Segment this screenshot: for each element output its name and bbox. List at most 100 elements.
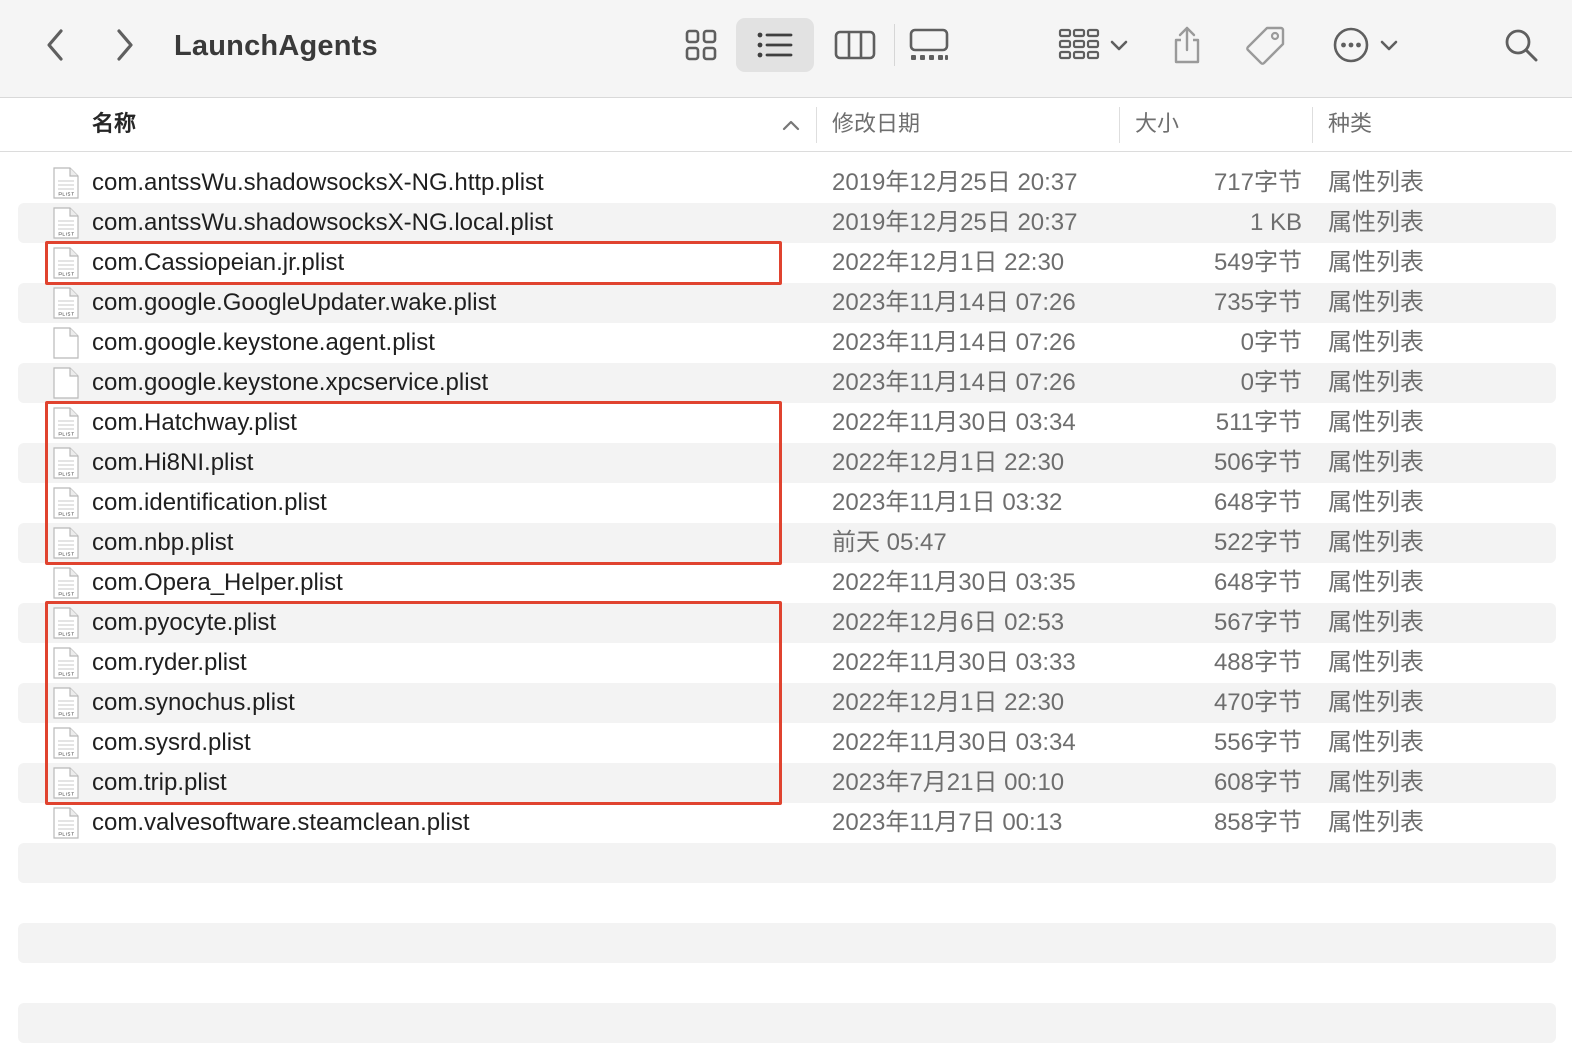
file-row[interactable]: com.ryder.plist 2022年11月30日 03:33 488字节 属性列… xyxy=(18,643,1556,683)
icon-grid-icon xyxy=(685,29,717,61)
plist-file-icon xyxy=(53,407,79,439)
file-kind: 属性列表 xyxy=(1328,609,1424,636)
file-kind: 属性列表 xyxy=(1328,249,1424,276)
back-button[interactable] xyxy=(34,22,76,68)
file-kind: 属性列表 xyxy=(1328,529,1424,556)
plist-file-icon xyxy=(53,647,79,679)
file-kind: 属性列表 xyxy=(1328,729,1424,756)
search-button[interactable] xyxy=(1496,18,1546,72)
list-view-button[interactable] xyxy=(736,18,814,72)
empty-row xyxy=(18,843,1556,883)
file-size: 0字节 xyxy=(1240,369,1302,396)
plist-file-icon xyxy=(53,287,79,319)
share-button[interactable] xyxy=(1164,18,1210,72)
forward-button[interactable] xyxy=(104,22,146,68)
column-header: 名称 修改日期 大小 种类 xyxy=(0,99,1572,152)
file-name: com.valvesoftware.steamclean.plist xyxy=(92,809,470,836)
file-row[interactable]: com.identification.plist 2023年11月1日 03:32… xyxy=(18,483,1556,523)
file-kind: 属性列表 xyxy=(1328,289,1424,316)
file-date: 2023年11月14日 07:26 xyxy=(832,289,1076,316)
file-name: com.nbp.plist xyxy=(92,529,234,556)
file-size: 556字节 xyxy=(1213,729,1302,756)
file-date: 2022年11月30日 03:34 xyxy=(832,729,1076,756)
plist-file-icon xyxy=(53,447,79,479)
file-size: 858字节 xyxy=(1213,809,1302,836)
file-name: com.google.keystone.xpcservice.plist xyxy=(92,369,489,396)
plist-file-icon xyxy=(53,247,79,279)
more-actions-button[interactable] xyxy=(1326,18,1406,72)
column-divider[interactable] xyxy=(816,107,817,143)
chevron-down-icon xyxy=(1380,40,1398,51)
file-row[interactable]: com.trip.plist 2023年7月21日 00:10 608字节 属性列表 xyxy=(18,763,1556,803)
blank-file-icon xyxy=(53,327,79,359)
file-name: com.Hatchway.plist xyxy=(92,409,297,436)
file-row[interactable]: com.Opera_Helper.plist 2022年11月30日 03:35 6… xyxy=(18,563,1556,603)
file-date: 2023年11月14日 07:26 xyxy=(832,369,1076,396)
column-view-button[interactable] xyxy=(826,18,884,72)
column-header-size[interactable]: 大小 xyxy=(1135,99,1179,152)
file-kind: 属性列表 xyxy=(1328,489,1424,516)
file-row[interactable]: com.google.GoogleUpdater.wake.plist 2023年… xyxy=(18,283,1556,323)
file-size: 608字节 xyxy=(1213,769,1302,796)
file-date: 2023年11月7日 00:13 xyxy=(832,809,1063,836)
column-header-kind[interactable]: 种类 xyxy=(1328,99,1372,152)
plist-file-icon xyxy=(53,527,79,559)
file-kind: 属性列表 xyxy=(1328,809,1424,836)
file-row[interactable]: com.synochus.plist 2022年12月1日 22:30 470字节属… xyxy=(18,683,1556,723)
toolbar-separator xyxy=(894,24,895,66)
file-row[interactable]: com.sysrd.plist 2022年11月30日 03:34 556字节 属性列… xyxy=(18,723,1556,763)
file-row[interactable]: com.Hatchway.plist 2022年11月30日 03:34 511字节… xyxy=(18,403,1556,443)
file-size: 735字节 xyxy=(1213,289,1302,316)
file-size: 522字节 xyxy=(1213,529,1302,556)
file-row[interactable]: com.nbp.plist 前天 05:47 522字节 属性列表 xyxy=(18,523,1556,563)
column-header-date[interactable]: 修改日期 xyxy=(832,99,920,152)
ellipsis-circle-icon xyxy=(1333,27,1369,63)
group-by-button[interactable] xyxy=(1052,18,1136,72)
file-size: 648字节 xyxy=(1213,489,1302,516)
empty-row xyxy=(18,963,1556,1003)
share-icon xyxy=(1174,26,1200,64)
chevron-down-icon xyxy=(1110,40,1128,51)
file-row[interactable]: com.Cassiopeian.jr.plist 2022年12月1日 22:30… xyxy=(18,243,1556,283)
file-kind: 属性列表 xyxy=(1328,449,1424,476)
file-name: com.Opera_Helper.plist xyxy=(92,569,343,596)
plist-file-icon xyxy=(53,687,79,719)
column-header-name[interactable]: 名称 xyxy=(92,99,136,152)
file-kind: 属性列表 xyxy=(1328,689,1424,716)
plist-file-icon xyxy=(53,167,79,199)
plist-file-icon xyxy=(53,807,79,839)
gallery-view-button[interactable] xyxy=(900,18,958,72)
file-row[interactable]: com.pyocyte.plist 2022年12月6日 02:53 567字节 属性… xyxy=(18,603,1556,643)
plist-file-icon xyxy=(53,767,79,799)
file-date: 2023年11月1日 03:32 xyxy=(832,489,1063,516)
file-row[interactable]: com.antssWu.shadowsocksX-NG.local.plist 2… xyxy=(18,203,1556,243)
plist-file-icon xyxy=(53,607,79,639)
tag-icon xyxy=(1246,26,1285,65)
file-name: com.synochus.plist xyxy=(92,689,295,716)
file-row[interactable]: com.antssWu.shadowsocksX-NG.http.plist 20… xyxy=(18,163,1556,203)
file-kind: 属性列表 xyxy=(1328,409,1424,436)
column-divider[interactable] xyxy=(1312,107,1313,143)
file-size: 549字节 xyxy=(1213,249,1302,276)
sort-ascending-icon[interactable] xyxy=(780,115,802,135)
tag-button[interactable] xyxy=(1240,18,1292,72)
file-date: 2019年12月25日 20:37 xyxy=(832,209,1078,236)
icon-view-button[interactable] xyxy=(676,18,726,72)
file-date: 前天 05:47 xyxy=(832,529,947,556)
file-kind: 属性列表 xyxy=(1328,649,1424,676)
file-size: 0字节 xyxy=(1240,329,1302,356)
file-row[interactable]: com.google.keystone.agent.plist 2023年11月1… xyxy=(18,323,1556,363)
column-view-icon xyxy=(834,30,876,60)
search-icon xyxy=(1505,29,1538,62)
chevron-left-icon xyxy=(47,29,63,61)
file-date: 2023年11月14日 07:26 xyxy=(832,329,1076,356)
plist-file-icon xyxy=(53,207,79,239)
file-row[interactable]: com.google.keystone.xpcservice.plist 2023… xyxy=(18,363,1556,403)
file-size: 470字节 xyxy=(1213,689,1302,716)
file-size: 511字节 xyxy=(1215,409,1302,436)
column-divider[interactable] xyxy=(1119,107,1120,143)
file-size: 648字节 xyxy=(1213,569,1302,596)
file-row[interactable]: com.Hi8NI.plist 2022年12月1日 22:30 506字节 属性列表 xyxy=(18,443,1556,483)
file-name: com.Hi8NI.plist xyxy=(92,449,254,476)
file-row[interactable]: com.valvesoftware.steamclean.plist 2023年1… xyxy=(18,803,1556,843)
